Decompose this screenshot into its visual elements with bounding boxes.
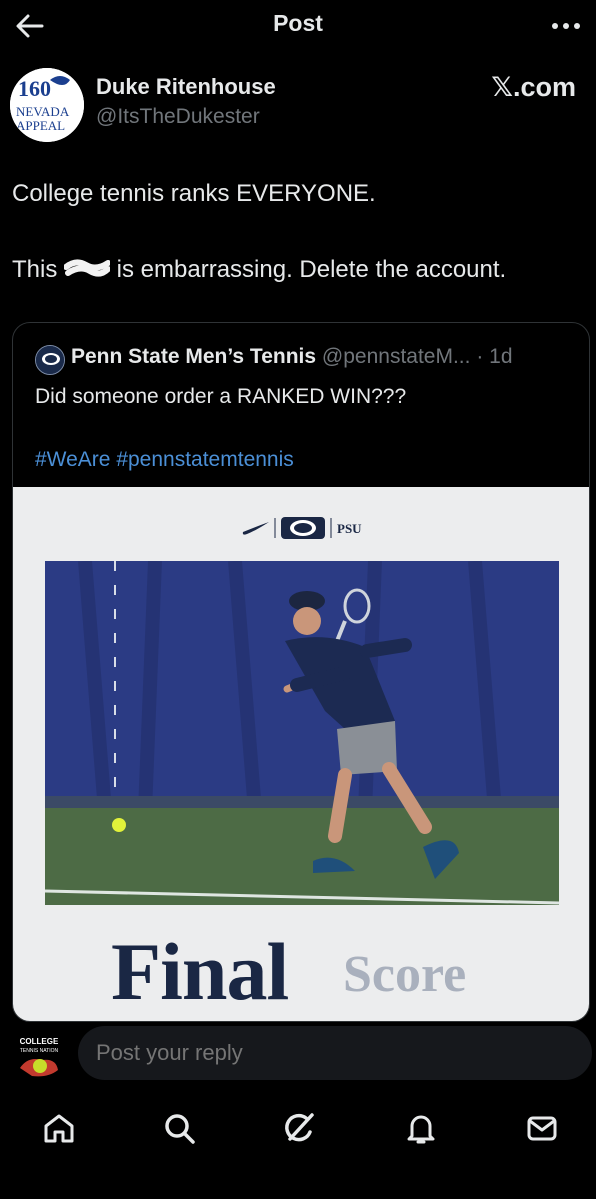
quoted-separator: · — [476, 345, 484, 368]
brand-text: PSU — [337, 521, 362, 536]
tennis-player-photo — [45, 561, 559, 905]
user-avatar-word-1: COLLEGE — [20, 1037, 59, 1046]
post-text-after: is embarrassing. Delete the account. — [110, 256, 507, 283]
swoosh-icon — [242, 522, 269, 535]
source-label: 𝕏.com — [491, 72, 576, 102]
score-headline: Score — [343, 946, 467, 1003]
author-avatar[interactable]: 160 NEVADA APPEAL — [10, 68, 84, 142]
author-name[interactable]: Duke Ritenhouse — [96, 74, 276, 100]
avatar-logo-word-2: APPEAL — [16, 118, 65, 133]
top-bar: Post — [0, 0, 596, 50]
quoted-avatar[interactable] — [35, 345, 65, 375]
avatar-logo-word-1: NEVADA — [16, 104, 70, 119]
bottom-nav — [0, 1098, 596, 1158]
quoted-header: Penn State Men’s Tennis @pennstateM... ·… — [71, 345, 513, 369]
redaction-scribble — [63, 257, 112, 279]
avatar-logo-number: 160 — [18, 76, 51, 101]
messages-icon[interactable] — [522, 1108, 562, 1148]
reply-bar: COLLEGE TENNIS NATION — [0, 1022, 596, 1088]
quoted-media-image[interactable]: PSU Final Score — [13, 487, 589, 1021]
quoted-name[interactable]: Penn State Men’s Tennis — [71, 345, 316, 368]
more-dots-icon[interactable] — [548, 8, 584, 44]
user-avatar-word-2: TENNIS NATION — [20, 1048, 59, 1054]
grok-icon[interactable] — [279, 1108, 319, 1148]
quoted-time: 1d — [489, 345, 513, 368]
quoted-post[interactable]: Penn State Men’s Tennis @pennstateM... ·… — [12, 322, 590, 1022]
notifications-icon[interactable] — [401, 1108, 441, 1148]
search-icon[interactable] — [159, 1108, 199, 1148]
reply-input[interactable] — [78, 1026, 592, 1080]
quoted-handle[interactable]: @pennstateM... — [322, 345, 471, 368]
page-title: Post — [273, 10, 323, 36]
quoted-hashtags[interactable]: #WeAre #pennstatemtennis — [35, 448, 294, 472]
author-handle[interactable]: @ItsTheDukester — [96, 105, 260, 129]
user-avatar[interactable]: COLLEGE TENNIS NATION — [12, 1030, 66, 1084]
post-text-line-1: College tennis ranks EVERYONE. — [12, 180, 376, 207]
home-icon[interactable] — [39, 1108, 79, 1148]
post-text-line-2: This is embarrassing. Delete the account… — [12, 256, 506, 284]
post-text-before: This — [12, 256, 65, 283]
brand-row: PSU — [241, 515, 371, 541]
quoted-text: Did someone order a RANKED WIN??? — [35, 385, 407, 408]
final-headline: Final — [111, 926, 289, 1017]
